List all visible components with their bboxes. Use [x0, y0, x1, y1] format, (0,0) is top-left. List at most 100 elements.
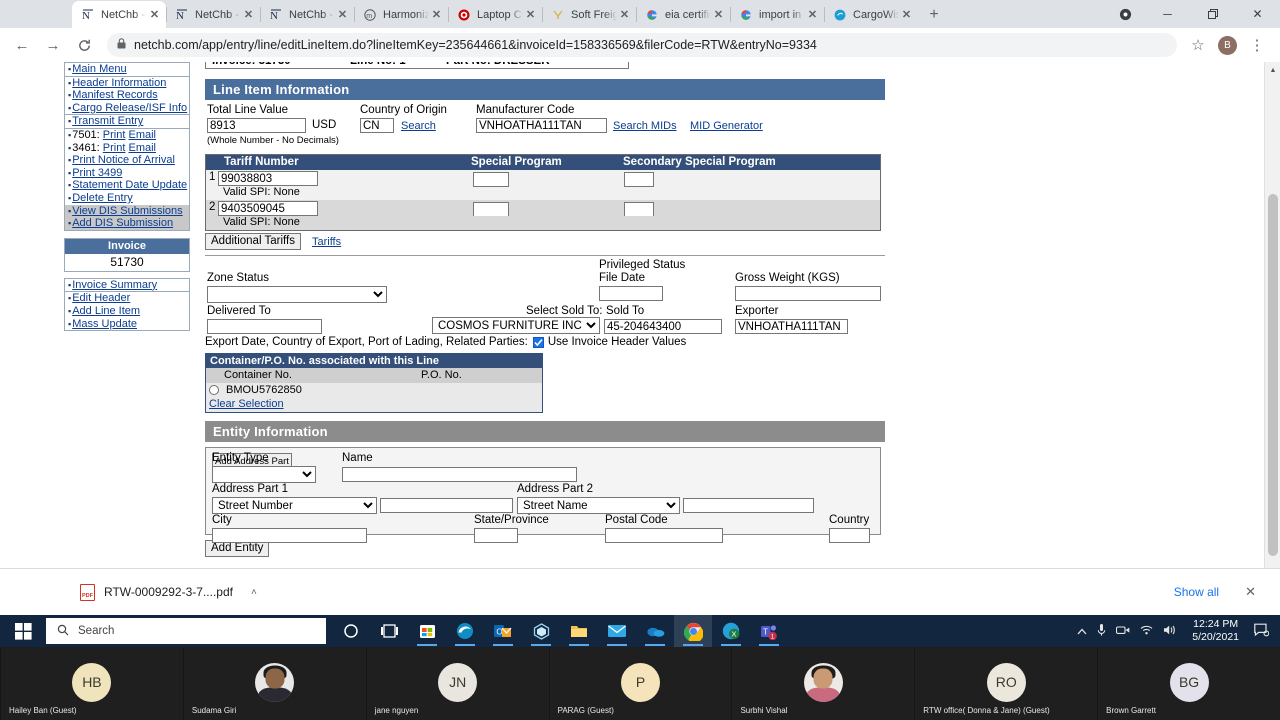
3d-viewer-icon[interactable] — [522, 615, 560, 647]
sidebar-item-print-3499[interactable]: ▪Print 3499 — [65, 167, 189, 180]
taskbar-search-box[interactable]: Search — [46, 618, 326, 644]
sidebar-item-manifest-records[interactable]: ▪Manifest Records — [65, 89, 189, 102]
sidebar-item-cargo-release-isf-info[interactable]: ▪Cargo Release/ISF Info — [65, 102, 189, 115]
participant-tile[interactable]: RO RTW office( Donna & Jane) (Guest) — [914, 647, 1097, 720]
back-icon[interactable]: ← — [8, 31, 36, 59]
cortana-icon[interactable] — [332, 615, 370, 647]
close-window-button[interactable]: ✕ — [1235, 0, 1280, 28]
wifi-icon[interactable] — [1135, 624, 1158, 638]
sidebar-item-main-menu[interactable]: ▪Main Menu — [65, 63, 189, 76]
country-of-origin-input[interactable] — [360, 118, 394, 133]
entity-name-input[interactable] — [342, 467, 577, 482]
close-icon[interactable]: ✕ — [711, 7, 726, 22]
chrome-icon[interactable] — [674, 615, 712, 647]
sidebar-item-add-line-item[interactable]: ▪Add Line Item — [65, 305, 189, 318]
sidebar-link-print-3461[interactable]: Print — [103, 142, 126, 154]
bookmark-star-icon[interactable]: ☆ — [1184, 31, 1212, 59]
edge-icon[interactable] — [446, 615, 484, 647]
profile-avatar[interactable]: B — [1218, 35, 1237, 55]
show-all-downloads-button[interactable]: Show all — [1164, 579, 1229, 605]
mid-generator-link[interactable]: MID Generator — [690, 120, 763, 132]
entity-type-select[interactable] — [212, 466, 316, 483]
task-view-icon[interactable] — [370, 615, 408, 647]
sidebar-item-3461[interactable]: ▪3461: Print Email — [65, 142, 189, 155]
additional-tariffs-button[interactable]: Additional Tariffs — [205, 233, 301, 250]
sidebar-item-statement-date-update[interactable]: ▪Statement Date Update — [65, 179, 189, 192]
delivered-to-input[interactable] — [207, 319, 322, 334]
browser-tab-2[interactable]: N NetChb - T ✕ — [166, 1, 260, 28]
secondary-special-program-input-2[interactable] — [624, 202, 654, 217]
browser-tab-9[interactable]: CargoWise ✕ — [824, 1, 918, 28]
vertical-scrollbar[interactable]: ▲ ▼ — [1264, 62, 1280, 615]
sidebar-link-email-3461[interactable]: Email — [128, 142, 156, 154]
browser-tab-8[interactable]: import in ✕ — [730, 1, 824, 28]
onedrive-icon[interactable] — [636, 615, 674, 647]
volume-icon[interactable] — [1158, 624, 1182, 639]
sidebar-item-7501[interactable]: ▪7501: Print Email — [65, 129, 189, 142]
country-search-link[interactable]: Search — [401, 120, 436, 132]
sold-to-input[interactable] — [604, 319, 722, 334]
sidebar-item-invoice-summary[interactable]: ▪Invoice Summary — [65, 279, 189, 292]
start-button-icon[interactable] — [0, 622, 46, 640]
sidebar-item-header-information[interactable]: ▪Header Information — [65, 77, 189, 90]
location-pin-icon[interactable] — [1105, 0, 1145, 28]
address-part2-select[interactable]: Street Name — [517, 497, 680, 514]
download-item[interactable]: PDF RTW-0009292-3-7....pdf ˄ — [74, 577, 261, 607]
sidebar-item-delete-entry[interactable]: ▪Delete Entry — [65, 192, 189, 205]
gross-weight-input[interactable] — [735, 286, 881, 301]
close-icon[interactable]: ✕ — [147, 7, 162, 22]
close-icon[interactable]: ✕ — [523, 7, 538, 22]
address-bar[interactable]: netchb.com/app/entry/line/editLineItem.d… — [107, 33, 1177, 57]
outlook-icon[interactable]: O — [484, 615, 522, 647]
maximize-button[interactable] — [1190, 0, 1235, 28]
state-province-input[interactable] — [474, 528, 518, 543]
secondary-special-program-input-1[interactable] — [624, 172, 654, 187]
address-part1-input[interactable] — [380, 498, 513, 513]
sidebar-link-print-7501[interactable]: Print — [103, 129, 126, 141]
browser-tab-5[interactable]: Laptop Co ✕ — [448, 1, 542, 28]
scrollbar-thumb[interactable] — [1268, 194, 1278, 556]
country-input[interactable] — [829, 528, 870, 543]
sidebar-item-mass-update[interactable]: ▪Mass Update — [65, 318, 189, 331]
browser-menu-icon[interactable]: ⋮ — [1243, 31, 1271, 59]
browser-tab-7[interactable]: eia certific ✕ — [636, 1, 730, 28]
clock[interactable]: 12:24 PM 5/20/2021 — [1182, 618, 1249, 644]
minimize-button[interactable]: ─ — [1145, 0, 1190, 28]
close-icon[interactable]: ✕ — [617, 7, 632, 22]
postal-code-input[interactable] — [605, 528, 723, 543]
participant-tile[interactable]: JN jane nguyen — [365, 647, 549, 720]
close-icon[interactable]: ✕ — [241, 7, 256, 22]
show-hidden-icons-chevron[interactable] — [1072, 624, 1092, 638]
camera-icon[interactable] — [1111, 624, 1135, 638]
sidebar-item-transmit-entry[interactable]: ▪Transmit Entry — [65, 115, 189, 128]
close-icon[interactable]: ✕ — [805, 7, 820, 22]
address-part2-input[interactable] — [683, 498, 814, 513]
total-line-value-input[interactable] — [207, 118, 306, 133]
participant-tile[interactable]: HB Hailey Ban (Guest) — [0, 647, 183, 720]
sidebar-item-add-dis-submission[interactable]: ▪Add DIS Submission — [65, 217, 189, 230]
zone-status-select[interactable] — [207, 286, 387, 303]
close-icon[interactable]: ✕ — [335, 7, 350, 22]
tariffs-link[interactable]: Tariffs — [312, 236, 341, 248]
file-date-input[interactable] — [599, 286, 663, 301]
browser-tab-3[interactable]: N NetChb - E ✕ — [260, 1, 354, 28]
scroll-up-icon[interactable]: ▲ — [1265, 62, 1280, 78]
clear-selection-link[interactable]: Clear Selection — [209, 398, 284, 410]
address-part1-select[interactable]: Street Number — [212, 497, 377, 514]
close-shelf-icon[interactable]: ✕ — [1235, 584, 1266, 600]
close-icon[interactable]: ✕ — [899, 7, 914, 22]
participant-tile[interactable]: Sudama Giri — [182, 647, 366, 720]
container-radio[interactable] — [209, 385, 219, 395]
special-program-input-2[interactable] — [473, 202, 509, 217]
search-mids-link[interactable]: Search MIDs — [613, 120, 677, 132]
tariff-number-input-1[interactable] — [218, 171, 318, 186]
action-center-icon[interactable] — [1249, 623, 1274, 640]
chevron-up-icon[interactable]: ˄ — [251, 587, 257, 598]
new-tab-button[interactable]: + — [920, 2, 948, 28]
sidebar-link-email-7501[interactable]: Email — [128, 129, 156, 141]
microsoft-store-icon[interactable] — [408, 615, 446, 647]
sidebar-item-edit-header[interactable]: ▪Edit Header — [65, 292, 189, 305]
browser-tab-4[interactable]: m Harmoniz ✕ — [354, 1, 448, 28]
city-input[interactable] — [212, 528, 367, 543]
participant-tile[interactable]: Surbhi Vishal — [731, 647, 914, 720]
